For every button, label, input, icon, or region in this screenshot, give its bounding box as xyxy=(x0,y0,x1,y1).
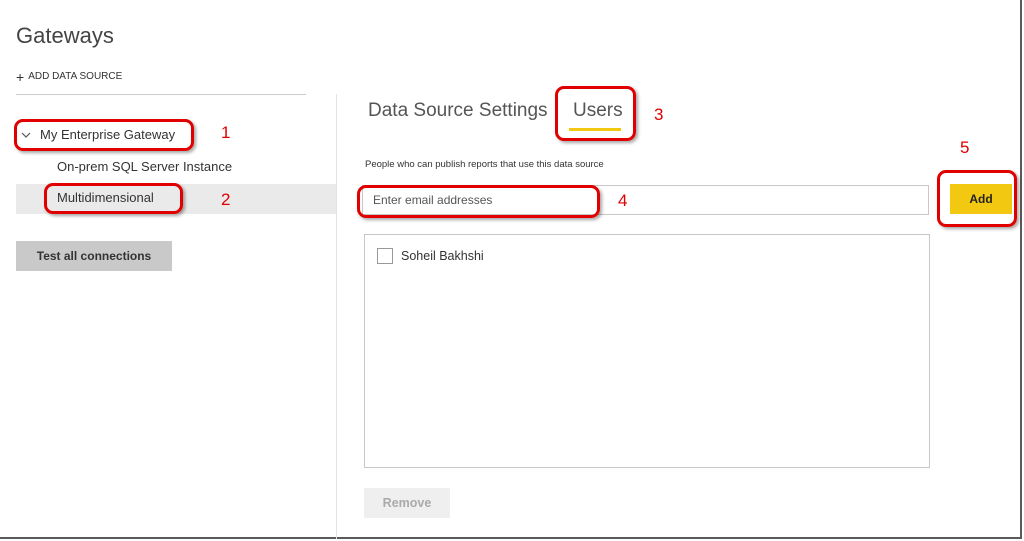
tab-data-source-settings[interactable]: Data Source Settings xyxy=(368,100,548,122)
data-source-sql-server[interactable]: On-prem SQL Server Instance xyxy=(57,159,232,174)
user-list: Soheil Bakhshi xyxy=(364,234,930,468)
panel-divider xyxy=(336,94,337,539)
list-item: Soheil Bakhshi xyxy=(377,248,484,264)
callout-number-2: 2 xyxy=(221,190,231,209)
users-help-text: People who can publish reports that use … xyxy=(365,159,604,170)
user-checkbox[interactable] xyxy=(377,248,393,264)
callout-number-3: 3 xyxy=(654,105,664,124)
callout-email-input xyxy=(357,185,600,218)
callout-multidimensional xyxy=(44,183,183,214)
test-all-connections-button[interactable]: Test all connections xyxy=(16,241,172,271)
callout-number-1: 1 xyxy=(221,123,231,142)
callout-number-5: 5 xyxy=(960,138,970,157)
callout-number-4: 4 xyxy=(618,191,628,210)
page-title: Gateways xyxy=(16,23,114,48)
plus-icon: + xyxy=(16,68,25,85)
callout-gateway xyxy=(14,119,194,151)
add-data-source-button[interactable]: + ADD DATA SOURCE xyxy=(16,68,123,85)
add-data-source-label: ADD DATA SOURCE xyxy=(28,71,123,82)
remove-button[interactable]: Remove xyxy=(364,488,450,518)
callout-add-button xyxy=(937,170,1017,227)
user-name: Soheil Bakhshi xyxy=(401,249,484,263)
sidebar-divider xyxy=(16,94,306,95)
callout-users-tab xyxy=(555,86,636,141)
